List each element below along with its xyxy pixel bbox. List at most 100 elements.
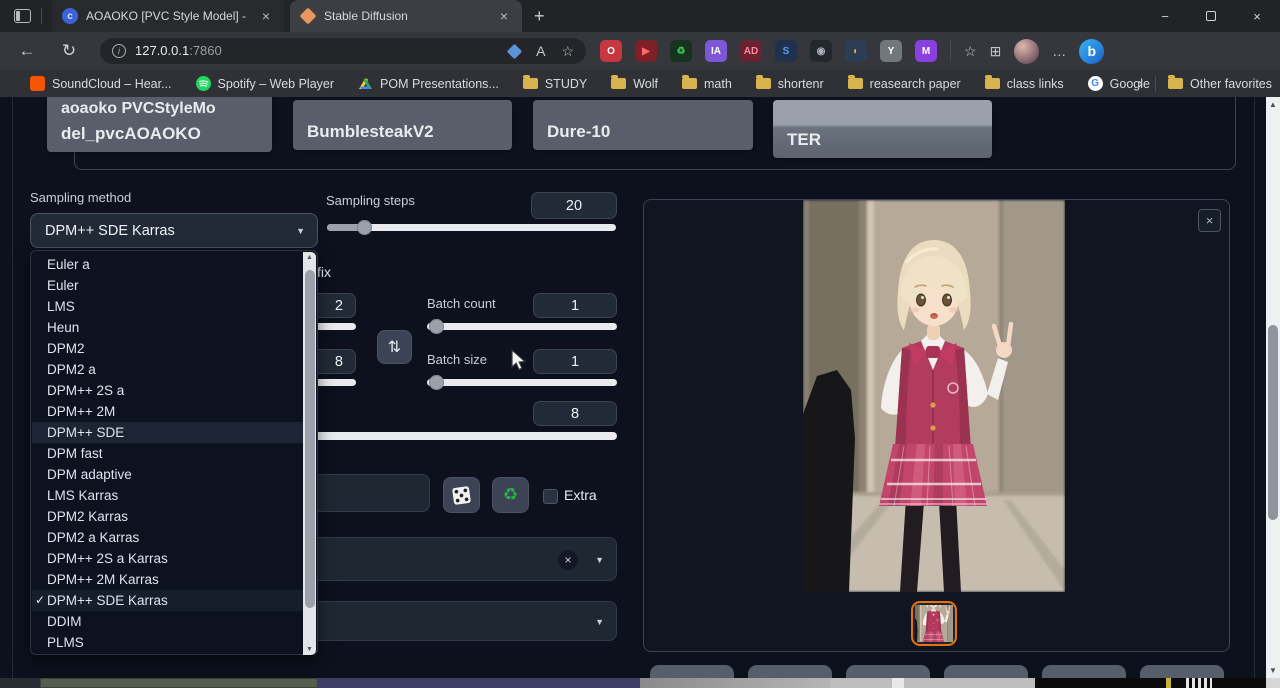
generated-image[interactable]	[803, 200, 1065, 592]
site-info-icon[interactable]: i	[112, 44, 126, 58]
globe-extension-icon[interactable]: ◐	[845, 40, 867, 62]
sampling-steps-input[interactable]: 20	[531, 192, 617, 219]
batch-size-input[interactable]: 1	[533, 349, 617, 374]
sampler-option[interactable]: PLMS	[32, 632, 304, 653]
opera-extension-icon[interactable]: O	[600, 40, 622, 62]
refresh-button[interactable]: ↻	[54, 41, 84, 61]
sampler-option[interactable]: DPM2	[32, 338, 304, 359]
scroll-down-icon[interactable]: ▼	[1266, 666, 1280, 675]
video-extension-icon[interactable]: ▶	[635, 40, 657, 62]
recycle-extension-icon[interactable]: ♻	[670, 40, 692, 62]
tab-aoaoko[interactable]: c AOAOKO [PVC Style Model] - PV ×	[52, 0, 284, 32]
adblock-extension-icon[interactable]: AD	[740, 40, 762, 62]
sampler-option[interactable]: Heun	[32, 317, 304, 338]
minimize-button[interactable]: −	[1142, 0, 1188, 32]
cfg-scale-input[interactable]: 8	[533, 401, 617, 426]
action-button[interactable]	[944, 665, 1028, 678]
model-card-ter[interactable]: TER	[773, 100, 992, 158]
sampler-option[interactable]: DPM++ 2S a Karras	[32, 548, 304, 569]
sampler-option[interactable]: DPM2 a Karras	[32, 527, 304, 548]
sampler-option[interactable]: DPM fast	[32, 443, 304, 464]
monkeytype-extension-icon[interactable]: M	[915, 40, 937, 62]
tab-stable-diffusion[interactable]: Stable Diffusion ×	[290, 0, 522, 32]
model-card-del-pvcaoaoko[interactable]: aoaoko PVCStyleMo del_pvcAOAOKO	[47, 97, 272, 152]
reuse-seed-button[interactable]: ♻	[492, 477, 529, 513]
y-extension-icon[interactable]: Y	[880, 40, 902, 62]
sampler-option-selected[interactable]: ✓DPM++ SDE Karras	[32, 590, 304, 611]
action-button[interactable]	[846, 665, 930, 678]
sampling-method-select[interactable]: DPM++ SDE Karras ▼	[30, 213, 318, 248]
sampler-option-hovered[interactable]: DPM++ SDE	[32, 422, 304, 443]
action-button[interactable]	[1042, 665, 1126, 678]
action-button[interactable]	[1140, 665, 1224, 678]
bookmark-study[interactable]: STUDY	[523, 77, 587, 91]
sampler-option[interactable]: DDIM	[32, 611, 304, 632]
sampler-option[interactable]: DPM2 Karras	[32, 506, 304, 527]
sampler-option[interactable]: Euler a	[32, 254, 304, 275]
batch-count-slider-handle[interactable]	[429, 319, 444, 334]
extra-checkbox[interactable]	[543, 489, 558, 504]
shazam-extension-icon[interactable]: S	[775, 40, 797, 62]
profile-avatar[interactable]	[1014, 39, 1039, 64]
bookmark-pom[interactable]: POM Presentations...	[358, 77, 499, 91]
other-favorites[interactable]: Other favorites	[1168, 77, 1272, 91]
collections-icon[interactable]: ⊞	[990, 43, 1002, 60]
close-icon[interactable]: ×	[258, 8, 274, 24]
copilot-icon[interactable]: b	[1079, 39, 1104, 64]
close-image-button[interactable]: ×	[1198, 209, 1221, 232]
more-menu-icon[interactable]: …	[1052, 43, 1066, 59]
clear-icon[interactable]: ×	[558, 550, 578, 570]
sampler-option[interactable]: DPM++ 2M	[32, 401, 304, 422]
bookmark-shortenr[interactable]: shortenr	[756, 77, 824, 91]
favorite-star-icon[interactable]: ☆	[561, 43, 574, 60]
bookmarks-overflow-chevron[interactable]: ›	[1138, 75, 1143, 92]
ia-extension-icon[interactable]: IA	[705, 40, 727, 62]
page-scrollbar-thumb[interactable]	[1268, 325, 1278, 520]
sampler-option[interactable]: DPM2 a	[32, 359, 304, 380]
sampler-option[interactable]: LMS Karras	[32, 485, 304, 506]
bookmark-soundcloud[interactable]: SoundCloud – Hear...	[30, 76, 172, 91]
page-scrollbar[interactable]: ▲ ▼	[1266, 97, 1280, 678]
price-tag-icon[interactable]	[507, 43, 523, 59]
dropdown-scrollbar-thumb[interactable]	[305, 270, 315, 608]
random-seed-button[interactable]	[443, 477, 480, 513]
favorites-list-icon[interactable]: ☆	[964, 43, 977, 60]
sampler-option[interactable]: Euler	[32, 275, 304, 296]
scroll-up-icon[interactable]: ▲	[303, 254, 316, 261]
scroll-down-icon[interactable]: ▼	[303, 646, 316, 653]
sampler-option[interactable]: DPM++ 2M Karras	[32, 569, 304, 590]
sampling-steps-slider-handle[interactable]	[357, 220, 372, 235]
maximize-button[interactable]	[1188, 0, 1234, 32]
workspaces-icon[interactable]	[14, 9, 31, 23]
batch-count-slider[interactable]	[427, 323, 617, 330]
bookmark-math[interactable]: math	[682, 77, 732, 91]
back-button[interactable]: ←	[12, 41, 42, 61]
model-card-dure-10[interactable]: Dure-10	[533, 100, 753, 150]
pin-extension-icon[interactable]: ◉	[810, 40, 832, 62]
batch-count-input[interactable]: 1	[533, 293, 617, 318]
action-button[interactable]	[748, 665, 832, 678]
folder-icon	[1168, 78, 1183, 89]
sampler-option[interactable]: DPM adaptive	[32, 464, 304, 485]
address-bar[interactable]: i 127.0.0.1:7860 A ☆	[100, 38, 586, 64]
batch-size-slider-handle[interactable]	[429, 375, 444, 390]
new-tab-button[interactable]: +	[534, 6, 545, 27]
close-icon[interactable]: ×	[496, 8, 512, 24]
bookmark-wolf[interactable]: Wolf	[611, 77, 658, 91]
gallery-thumbnail[interactable]	[911, 601, 957, 646]
sampler-option[interactable]: DPM++ 2S a	[32, 380, 304, 401]
action-button[interactable]	[650, 665, 734, 678]
swap-dimensions-button[interactable]: ⇅	[377, 330, 412, 364]
close-window-button[interactable]: ×	[1234, 0, 1280, 32]
bookmark-class-links[interactable]: class links	[985, 77, 1064, 91]
dropdown-scrollbar[interactable]: ▲ ▼	[303, 252, 316, 655]
bookmark-spotify[interactable]: Spotify – Web Player	[196, 76, 335, 91]
recycle-icon: ♻	[503, 485, 518, 505]
model-card-bumblesteakv2[interactable]: BumblesteakV2	[293, 100, 512, 150]
read-aloud-icon[interactable]: A	[536, 43, 545, 59]
folder-icon	[682, 78, 697, 89]
bookmark-reasearch-paper[interactable]: reasearch paper	[848, 77, 961, 91]
sampler-option[interactable]: LMS	[32, 296, 304, 317]
batch-size-slider[interactable]	[427, 379, 617, 386]
scroll-up-icon[interactable]: ▲	[1266, 100, 1280, 109]
